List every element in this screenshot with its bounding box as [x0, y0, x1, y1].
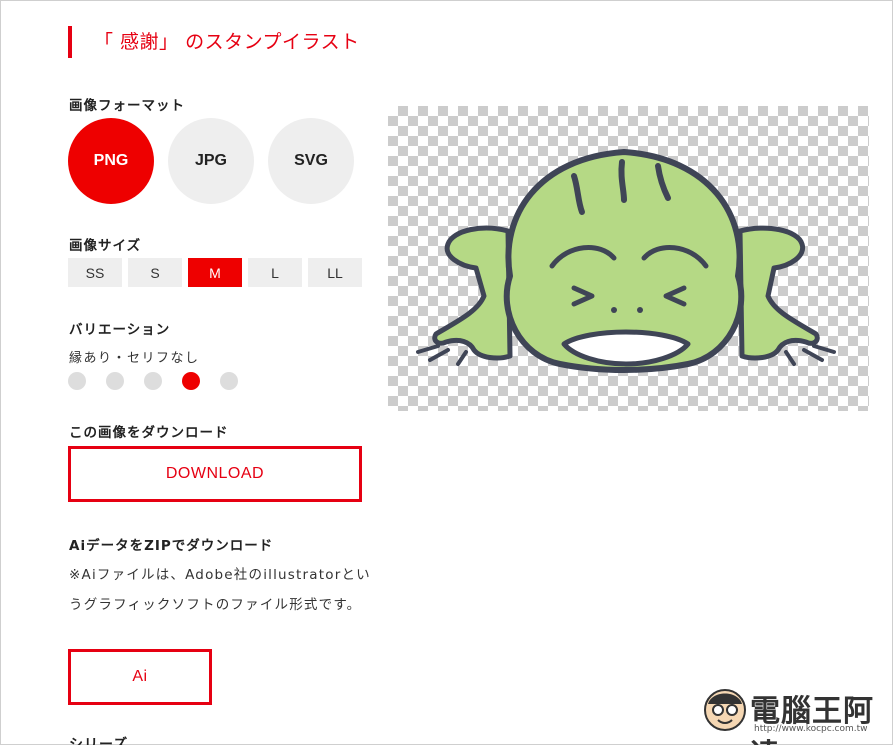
- format-jpg-button[interactable]: JPG: [168, 118, 254, 204]
- variation-current-name: 縁あり・セリフなし: [69, 351, 200, 366]
- preview-image: [388, 106, 869, 411]
- variation-dot-2[interactable]: [106, 372, 124, 390]
- size-m-button[interactable]: M: [188, 258, 242, 287]
- watermark-text: 電腦王阿達: [750, 694, 874, 745]
- variation-dot-1[interactable]: [68, 372, 86, 390]
- frog-illustration: [416, 149, 836, 373]
- frog-right-leg: [737, 225, 820, 361]
- variation-dot-4[interactable]: [182, 372, 200, 390]
- watermark-url: http://www.kocpc.com.tw: [754, 724, 868, 734]
- page-title: 「 感謝」 のスタンプイラスト: [68, 26, 360, 58]
- variation-label: バリエーション: [69, 322, 171, 338]
- format-svg-button[interactable]: SVG: [268, 118, 354, 204]
- size-l-button[interactable]: L: [248, 258, 302, 287]
- watermark: 電腦王阿達 http://www.kocpc.com.tw: [702, 684, 888, 745]
- series-label: シリーズ: [69, 737, 129, 745]
- download-label: この画像をダウンロード: [69, 425, 229, 441]
- ai-label: AiデータをZIPでダウンロード: [69, 538, 274, 554]
- download-button[interactable]: DOWNLOAD: [68, 446, 362, 502]
- size-s-button[interactable]: S: [128, 258, 182, 287]
- format-png-button[interactable]: PNG: [68, 118, 154, 204]
- variation-dot-5[interactable]: [220, 372, 238, 390]
- size-ll-button[interactable]: LL: [308, 258, 362, 287]
- ai-note: ※Aiファイルは、Adobe社のillustratorというグラフィックソフトの…: [69, 567, 371, 613]
- size-label: 画像サイズ: [69, 238, 142, 254]
- ai-download-button[interactable]: Ai: [68, 649, 212, 705]
- variation-dot-3[interactable]: [144, 372, 162, 390]
- format-label: 画像フォーマット: [69, 98, 185, 114]
- frog-left-leg: [432, 225, 513, 361]
- size-ss-button[interactable]: SS: [68, 258, 122, 287]
- mascot-face-icon: [704, 689, 746, 731]
